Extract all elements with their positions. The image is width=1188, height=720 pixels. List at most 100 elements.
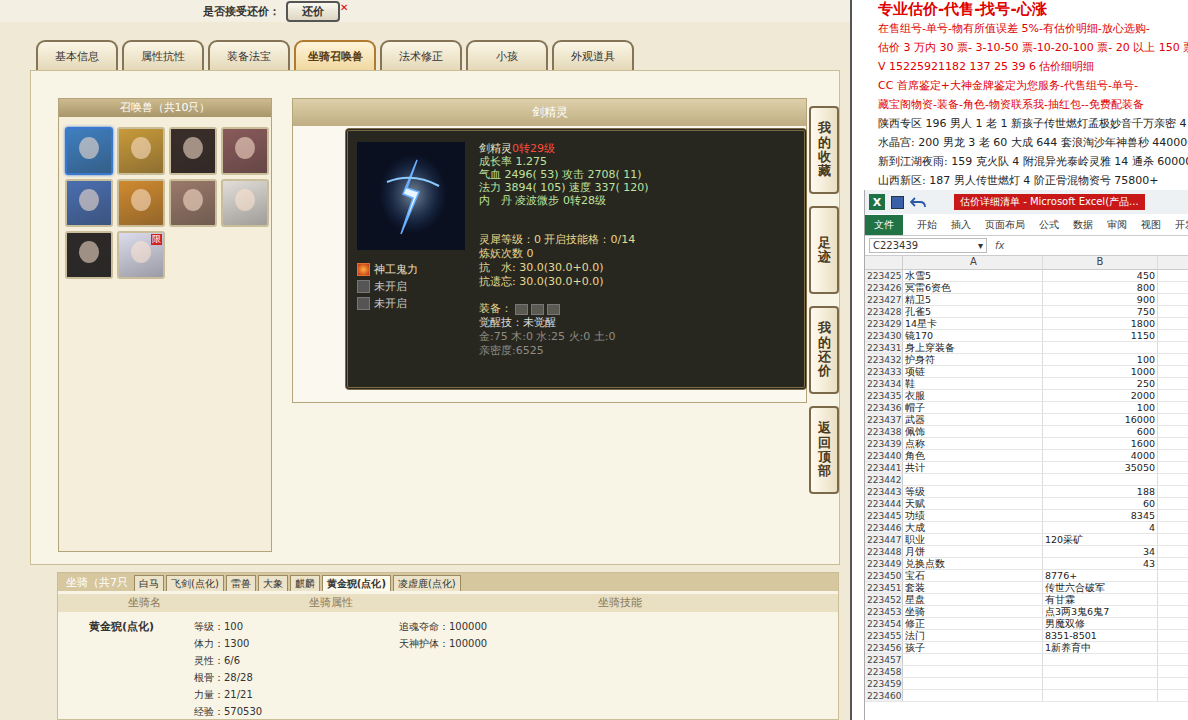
cell[interactable]: 1600 (1043, 438, 1158, 449)
cell[interactable] (1158, 690, 1188, 701)
cell[interactable]: 100 (1043, 354, 1158, 365)
cell[interactable] (1158, 582, 1188, 593)
ribbon-tab[interactable]: 开发工 (1175, 216, 1188, 234)
undo-icon[interactable] (910, 196, 926, 208)
side-button[interactable]: 返回顶部 (809, 406, 839, 494)
cell[interactable]: 14星卡 (903, 318, 1043, 329)
cell[interactable] (1158, 438, 1188, 449)
cell[interactable] (1158, 330, 1188, 341)
cell[interactable] (1158, 462, 1188, 473)
cell[interactable]: 100 (1043, 402, 1158, 413)
cell[interactable]: 600 (1043, 426, 1158, 437)
cell[interactable]: 孩子 (903, 642, 1043, 653)
cell[interactable]: 功绩 (903, 510, 1043, 521)
cell[interactable] (903, 474, 1043, 485)
equip-slot[interactable] (531, 304, 544, 315)
cell[interactable]: 传世六合破军 (1043, 582, 1158, 593)
cell[interactable]: 1800 (1043, 318, 1158, 329)
cell[interactable]: 43 (1043, 558, 1158, 569)
ribbon-tab[interactable]: 页面布局 (985, 216, 1025, 234)
cell[interactable]: 职业 (903, 534, 1043, 545)
cell[interactable] (1043, 690, 1158, 701)
cell[interactable] (1158, 282, 1188, 293)
ribbon-tab[interactable]: 视图 (1141, 216, 1161, 234)
cell[interactable] (1158, 606, 1188, 617)
ribbon-tab[interactable]: 开始 (917, 216, 937, 234)
cell[interactable]: 1000 (1043, 366, 1158, 377)
cell[interactable]: 800 (1043, 282, 1158, 293)
pet-avatar[interactable]: 限 (117, 231, 165, 279)
cell[interactable] (1158, 486, 1188, 497)
save-icon[interactable] (891, 196, 904, 209)
cell[interactable]: 8345 (1043, 510, 1158, 521)
mount-tab[interactable]: 黄金猊(点化) (322, 575, 391, 591)
equip-slot[interactable] (515, 304, 528, 315)
tab[interactable]: 基本信息 (36, 40, 118, 70)
cell[interactable] (903, 654, 1043, 665)
pet-avatar[interactable] (65, 179, 113, 227)
cell[interactable]: 天赋 (903, 498, 1043, 509)
cell[interactable]: 4000 (1043, 450, 1158, 461)
cell[interactable]: 修正 (903, 618, 1043, 629)
cell[interactable] (1158, 618, 1188, 629)
cell[interactable] (1158, 366, 1188, 377)
cell[interactable] (1043, 654, 1158, 665)
cell[interactable] (1158, 510, 1188, 521)
cell[interactable] (1158, 342, 1188, 353)
cell[interactable]: 有甘霖 (1043, 594, 1158, 605)
cell[interactable]: 鞋 (903, 378, 1043, 389)
pet-avatar[interactable] (117, 127, 165, 175)
cell[interactable] (1158, 294, 1188, 305)
pet-avatar[interactable] (117, 179, 165, 227)
cell[interactable]: 孔雀5 (903, 306, 1043, 317)
cell[interactable] (1158, 318, 1188, 329)
cell[interactable] (1158, 306, 1188, 317)
cell[interactable]: 大成 (903, 522, 1043, 533)
cell[interactable]: 1新养育中 (1043, 642, 1158, 653)
cell[interactable] (1158, 594, 1188, 605)
cell[interactable] (1158, 630, 1188, 641)
cell[interactable]: 角色 (903, 450, 1043, 461)
cell[interactable]: 精卫5 (903, 294, 1043, 305)
cell[interactable] (1043, 666, 1158, 677)
cell[interactable] (1158, 666, 1188, 677)
cell[interactable]: 250 (1043, 378, 1158, 389)
pet-avatar[interactable] (65, 231, 113, 279)
cell[interactable]: 水雪5 (903, 270, 1043, 281)
cell[interactable] (1043, 678, 1158, 689)
mount-tab[interactable]: 大象 (258, 575, 288, 591)
tab[interactable]: 外观道具 (552, 40, 634, 70)
name-box[interactable]: C223439▾ (869, 238, 987, 253)
counter-offer-button[interactable]: 还价 (286, 1, 340, 22)
mount-tab[interactable]: 飞剑(点化) (166, 575, 224, 591)
cell[interactable] (1158, 426, 1188, 437)
cell[interactable]: 身上穿装备 (903, 342, 1043, 353)
mount-tab[interactable]: 雷兽 (226, 575, 256, 591)
side-button[interactable]: 我的还价 (809, 306, 839, 394)
tab[interactable]: 法术修正 (380, 40, 462, 70)
cell[interactable]: 佩饰 (903, 426, 1043, 437)
cell[interactable]: 衣服 (903, 390, 1043, 401)
cell[interactable]: 星盘 (903, 594, 1043, 605)
cell[interactable]: 镜170 (903, 330, 1043, 341)
ribbon-tab[interactable]: 文件 (865, 215, 903, 235)
cell[interactable] (1158, 498, 1188, 509)
side-button[interactable]: 足迹 (809, 206, 839, 294)
pet-avatar[interactable] (169, 127, 217, 175)
cell[interactable]: 点称 (903, 438, 1043, 449)
cell[interactable]: 武器 (903, 414, 1043, 425)
cell[interactable] (1158, 270, 1188, 281)
cell[interactable] (1158, 390, 1188, 401)
cell[interactable] (1158, 558, 1188, 569)
cell[interactable]: 套装 (903, 582, 1043, 593)
ribbon-tab[interactable]: 数据 (1073, 216, 1093, 234)
cell[interactable]: 点3两3鬼6鬼7 (1043, 606, 1158, 617)
tab[interactable]: 属性抗性 (122, 40, 204, 70)
cell[interactable]: 34 (1043, 546, 1158, 557)
cell[interactable]: 护身符 (903, 354, 1043, 365)
cell[interactable] (1158, 414, 1188, 425)
cell[interactable] (1043, 342, 1158, 353)
ribbon-tab[interactable]: 插入 (951, 216, 971, 234)
cell[interactable] (903, 678, 1043, 689)
cell[interactable]: 等级 (903, 486, 1043, 497)
